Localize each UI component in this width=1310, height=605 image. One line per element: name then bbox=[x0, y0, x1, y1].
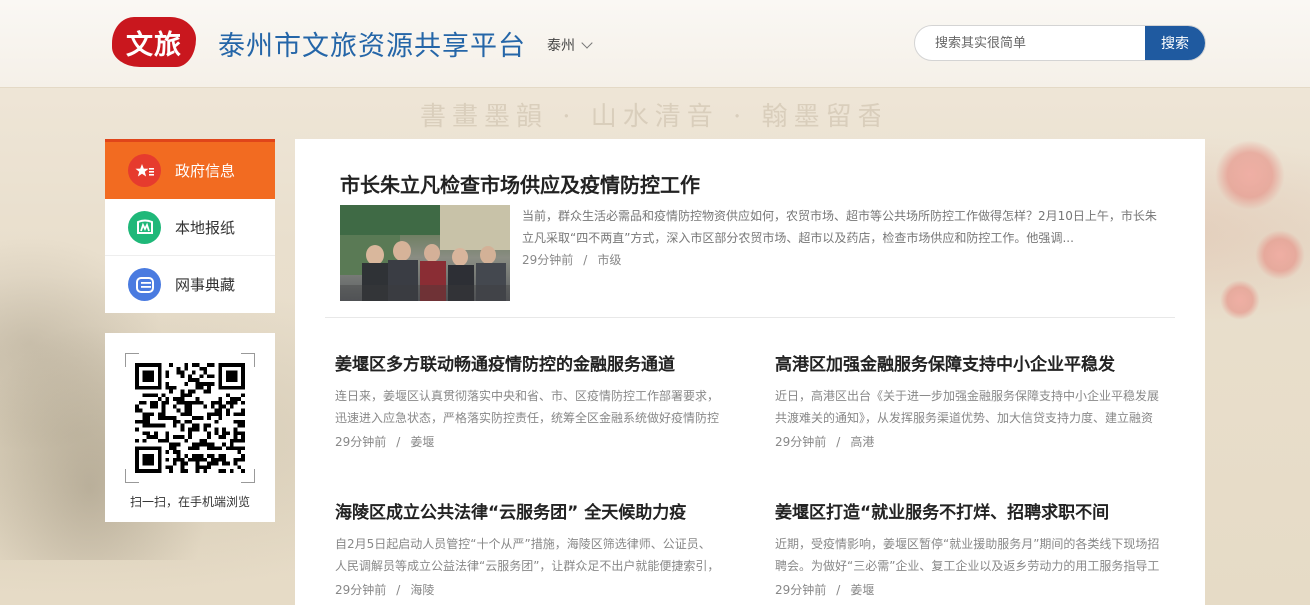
sidebar-item-gov-info[interactable]: 政府信息 bbox=[105, 142, 275, 199]
article-category[interactable]: 姜堰 bbox=[850, 583, 874, 597]
article-meta: 29分钟前 / 姜堰 bbox=[775, 581, 1161, 598]
article-time: 29分钟前 bbox=[335, 435, 387, 449]
article-card: 姜堰区多方联动畅通疫情防控的金融服务通道 连日来，姜堰区认真贯彻落实中央和省、市… bbox=[335, 350, 721, 450]
archive-icon bbox=[128, 268, 161, 301]
article-category[interactable]: 海陵 bbox=[410, 583, 434, 597]
featured-photo bbox=[340, 205, 510, 301]
city-label: 泰州 bbox=[547, 38, 575, 54]
article-time: 29分钟前 bbox=[522, 253, 574, 267]
featured-article-summary: 当前，群众生活必需品和疫情防控物资供应如何，农贸市场、超市等公共场所防控工作做得… bbox=[522, 209, 1157, 245]
article-category[interactable]: 市级 bbox=[597, 253, 621, 267]
meta-separator: / bbox=[836, 435, 841, 449]
featured-article-meta: 29分钟前 / 市级 bbox=[522, 251, 621, 268]
qr-code-image bbox=[135, 363, 245, 473]
star-badge-icon bbox=[128, 154, 161, 187]
sidebar-item-label: 本地报纸 bbox=[175, 218, 236, 237]
chevron-down-icon bbox=[581, 37, 593, 49]
sidebar-item-label: 网事典藏 bbox=[175, 276, 236, 294]
article-summary: 自2月5日起启动人员管控“十个从严”措施，海陵区筛选律师、公证员、人民调解员等成… bbox=[335, 537, 720, 573]
article-card: 姜堰区打造“就业服务不打烊、招聘求职不间 近期，受疫情影响，姜堰区暂停“就业援助… bbox=[775, 498, 1161, 598]
site-logo[interactable]: 文旅 bbox=[112, 17, 196, 67]
sidebar-item-label: 政府信息 bbox=[175, 162, 236, 180]
article-title[interactable]: 姜堰区多方联动畅通疫情防控的金融服务通道 bbox=[335, 350, 721, 375]
article-time: 29分钟前 bbox=[335, 583, 387, 597]
meta-separator: / bbox=[583, 253, 588, 267]
meta-separator: / bbox=[396, 583, 401, 597]
qr-code-panel: 扫一扫，在手机端浏览 bbox=[105, 333, 275, 522]
article-meta: 29分钟前 / 海陵 bbox=[335, 581, 721, 598]
qr-caption: 扫一扫，在手机端浏览 bbox=[129, 495, 250, 509]
sidebar-nav: 政府信息 本地报纸 网事典藏 bbox=[105, 139, 275, 313]
article-card: 海陵区成立公共法律“云服务团” 全天候助力疫 自2月5日起启动人员管控“十个从严… bbox=[335, 498, 721, 598]
article-title[interactable]: 姜堰区打造“就业服务不打烊、招聘求职不间 bbox=[775, 498, 1161, 523]
meta-separator: / bbox=[836, 583, 841, 597]
flower-decoration bbox=[1255, 230, 1305, 280]
site-header: 文旅 泰州市文旅资源共享平台 泰州 搜索 bbox=[0, 0, 1310, 88]
article-meta: 29分钟前 / 高港 bbox=[775, 433, 1161, 450]
article-time: 29分钟前 bbox=[775, 583, 827, 597]
sidebar-item-web-archive[interactable]: 网事典藏 bbox=[105, 256, 275, 313]
featured-article-image[interactable] bbox=[340, 205, 510, 301]
article-category[interactable]: 姜堰 bbox=[410, 435, 434, 449]
flower-decoration bbox=[1220, 280, 1260, 320]
article-title[interactable]: 高港区加强金融服务保障支持中小企业平稳发 bbox=[775, 350, 1161, 375]
article-meta: 29分钟前 / 姜堰 bbox=[335, 433, 721, 450]
article-time: 29分钟前 bbox=[775, 435, 827, 449]
city-selector[interactable]: 泰州 bbox=[547, 35, 593, 55]
article-category[interactable]: 高港 bbox=[850, 435, 874, 449]
flower-decoration bbox=[1215, 140, 1285, 210]
search-input[interactable] bbox=[915, 26, 1145, 60]
search-button[interactable]: 搜索 bbox=[1145, 26, 1205, 60]
newspaper-icon bbox=[128, 210, 161, 244]
article-summary: 连日来，姜堰区认真贯彻落实中央和省、市、区疫情防控工作部署要求，迅速进入应急状态… bbox=[335, 389, 720, 425]
site-title[interactable]: 泰州市文旅资源共享平台 bbox=[218, 24, 526, 63]
article-summary: 近期，受疫情影响，姜堰区暂停“就业援助服务月”期间的各类线下现场招聘会。为做好“… bbox=[775, 537, 1160, 573]
article-card: 高港区加强金融服务保障支持中小企业平稳发 近日，高港区出台《关于进一步加强金融服… bbox=[775, 350, 1161, 450]
article-title[interactable]: 海陵区成立公共法律“云服务团” 全天候助力疫 bbox=[335, 498, 721, 523]
sidebar-item-local-newspaper[interactable]: 本地报纸 bbox=[105, 199, 275, 256]
qr-frame bbox=[125, 353, 255, 483]
search-bar: 搜索 bbox=[914, 25, 1206, 61]
article-summary: 近日，高港区出台《关于进一步加强金融服务保障支持中小企业平稳发展共渡难关的通知》… bbox=[775, 389, 1160, 425]
featured-article-title[interactable]: 市长朱立凡检查市场供应及疫情防控工作 bbox=[340, 169, 700, 198]
divider bbox=[325, 317, 1175, 318]
meta-separator: / bbox=[396, 435, 401, 449]
news-main-panel: 市长朱立凡检查市场供应及疫情防控工作 当前，群众生活必需品和疫情防控物资供应如何… bbox=[295, 139, 1205, 605]
